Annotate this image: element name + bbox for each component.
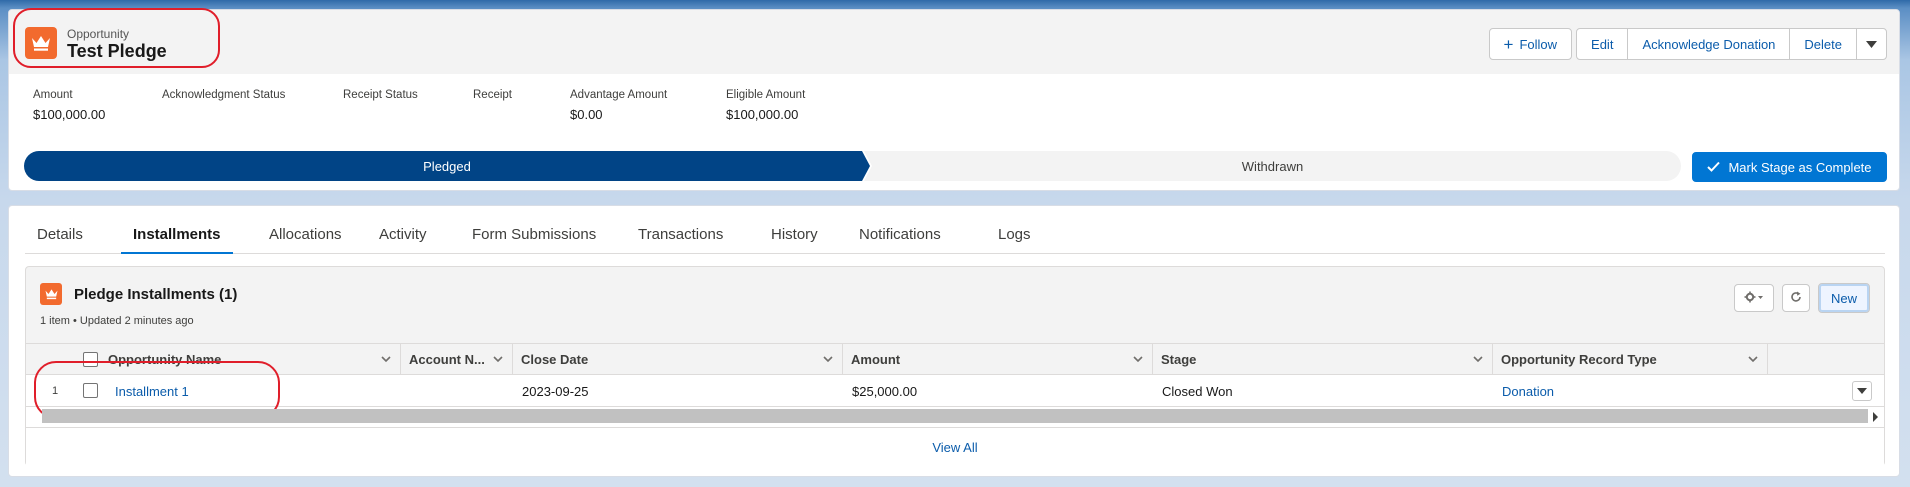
column-header-opportunity-name[interactable]: Opportunity Name [100, 344, 401, 374]
related-list-subtitle: 1 item • Updated 2 minutes ago [40, 315, 194, 327]
select-all-checkbox[interactable] [83, 352, 98, 367]
column-header-stage[interactable]: Stage [1153, 344, 1493, 374]
row-number: 1 [52, 385, 59, 397]
gear-icon [1744, 291, 1764, 306]
tab-transactions[interactable]: Transactions [626, 226, 735, 254]
column-header-account-name[interactable]: Account N... [401, 344, 513, 374]
column-label: Opportunity Name [108, 351, 222, 367]
new-button[interactable]: New [1817, 283, 1870, 313]
highlight-amount: Amount $100,000.00 [33, 89, 105, 122]
pledge-installments-related-list: Pledge Installments (1) 1 item • Updated… [25, 266, 1885, 467]
highlight-receipt-status: Receipt Status [343, 89, 418, 107]
highlight-acknowledgment-status: Acknowledgment Status [162, 89, 285, 107]
stage-cell: Closed Won [1162, 384, 1233, 399]
column-header-close-date[interactable]: Close Date [513, 344, 843, 374]
record-header: Opportunity Test Pledge + Follow Edit Ac… [9, 8, 1899, 74]
highlight-value: $100,000.00 [33, 107, 106, 122]
column-header-amount[interactable]: Amount [843, 344, 1153, 374]
view-all-link[interactable]: View All [26, 427, 1884, 467]
highlight-advantage-amount: Advantage Amount $0.00 [570, 89, 667, 122]
object-type-label: Opportunity [67, 27, 130, 41]
horizontal-scrollbar[interactable] [42, 409, 1868, 423]
row-actions-button[interactable] [1852, 381, 1872, 401]
opportunity-name-link[interactable]: Installment 1 [115, 384, 189, 399]
highlight-eligible-amount: Eligible Amount $100,000.00 [726, 89, 805, 122]
column-header-record-type[interactable]: Opportunity Record Type [1493, 344, 1768, 374]
tab-details[interactable]: Details [25, 226, 95, 254]
tab-allocations[interactable]: Allocations [257, 226, 354, 254]
tabs-card: Details Installments Allocations Activit… [8, 205, 1900, 477]
edit-button[interactable]: Edit [1576, 28, 1629, 60]
table-header: Opportunity Name Account N... Close Date… [26, 343, 1884, 375]
chevron-down-icon[interactable] [822, 353, 834, 365]
chevron-down-icon[interactable] [492, 353, 504, 365]
list-settings-button[interactable] [1733, 284, 1774, 312]
related-list-actions: New [1733, 283, 1870, 313]
crown-icon [25, 27, 57, 59]
delete-button[interactable]: Delete [1789, 28, 1857, 60]
chevron-down-icon[interactable] [1472, 353, 1484, 365]
tab-history[interactable]: History [759, 226, 830, 254]
highlight-label: Advantage Amount [570, 89, 668, 101]
highlight-label: Amount [33, 89, 73, 101]
follow-button[interactable]: + Follow [1488, 28, 1573, 60]
column-label: Amount [851, 351, 901, 367]
plus-icon: + [1503, 34, 1514, 54]
check-icon [1707, 160, 1721, 175]
path-stage-pledged[interactable]: Pledged [24, 151, 870, 181]
record-title: Test Pledge [67, 41, 167, 61]
refresh-button[interactable] [1781, 284, 1810, 312]
record-header-card: Opportunity Test Pledge + Follow Edit Ac… [8, 8, 1900, 191]
chevron-down-icon[interactable] [1747, 353, 1759, 365]
highlight-label: Eligible Amount [726, 89, 806, 101]
related-list-title[interactable]: Pledge Installments (1) [74, 286, 237, 303]
action-button-group: Edit Acknowledge Donation Delete [1576, 28, 1887, 60]
tab-logs[interactable]: Logs [986, 226, 1043, 254]
highlight-label: Receipt Status [343, 89, 418, 101]
chevron-down-icon [1857, 384, 1867, 398]
highlight-value: $100,000.00 [726, 107, 799, 122]
highlight-receipt: Receipt [473, 89, 512, 107]
stage-path: Pledged Withdrawn [24, 151, 1681, 181]
scroll-right-icon[interactable] [1872, 411, 1879, 425]
more-actions-button[interactable] [1856, 28, 1887, 60]
acknowledge-donation-button[interactable]: Acknowledge Donation [1627, 28, 1791, 60]
chevron-down-icon[interactable] [380, 353, 392, 365]
chevron-down-icon [1866, 37, 1877, 52]
highlight-label: Receipt [473, 89, 512, 101]
mark-complete-label: Mark Stage as Complete [1728, 159, 1872, 175]
close-date-cell: 2023-09-25 [522, 384, 589, 399]
path-stage-withdrawn[interactable]: Withdrawn [864, 151, 1681, 181]
amount-cell: $25,000.00 [852, 384, 918, 399]
highlight-label: Acknowledgment Status [162, 89, 286, 101]
follow-label: Follow [1519, 36, 1558, 52]
record-type-link[interactable]: Donation [1502, 384, 1554, 399]
installments-table: Opportunity Name Account N... Close Date… [26, 343, 1884, 467]
header-actions: + Follow Edit Acknowledge Donation Delet… [1488, 28, 1887, 60]
tab-installments[interactable]: Installments [121, 226, 233, 254]
chevron-down-icon[interactable] [1132, 353, 1144, 365]
tab-form-submissions[interactable]: Form Submissions [460, 226, 608, 254]
highlight-value: $0.00 [570, 107, 603, 122]
tab-activity[interactable]: Activity [367, 226, 439, 254]
row-checkbox[interactable] [83, 383, 98, 398]
column-label: Stage [1161, 351, 1197, 367]
column-label: Close Date [521, 351, 589, 367]
column-label: Account N... [409, 351, 485, 367]
mark-stage-complete-button[interactable]: Mark Stage as Complete [1692, 152, 1887, 182]
crown-icon [40, 283, 62, 305]
tab-notifications[interactable]: Notifications [847, 226, 953, 254]
table-row: 1 Installment 1 2023-09-25 $25,000.00 Cl… [26, 361, 1884, 419]
refresh-icon [1790, 291, 1802, 306]
tab-bar: Details Installments Allocations Activit… [25, 206, 1885, 254]
column-label: Opportunity Record Type [1501, 351, 1657, 367]
